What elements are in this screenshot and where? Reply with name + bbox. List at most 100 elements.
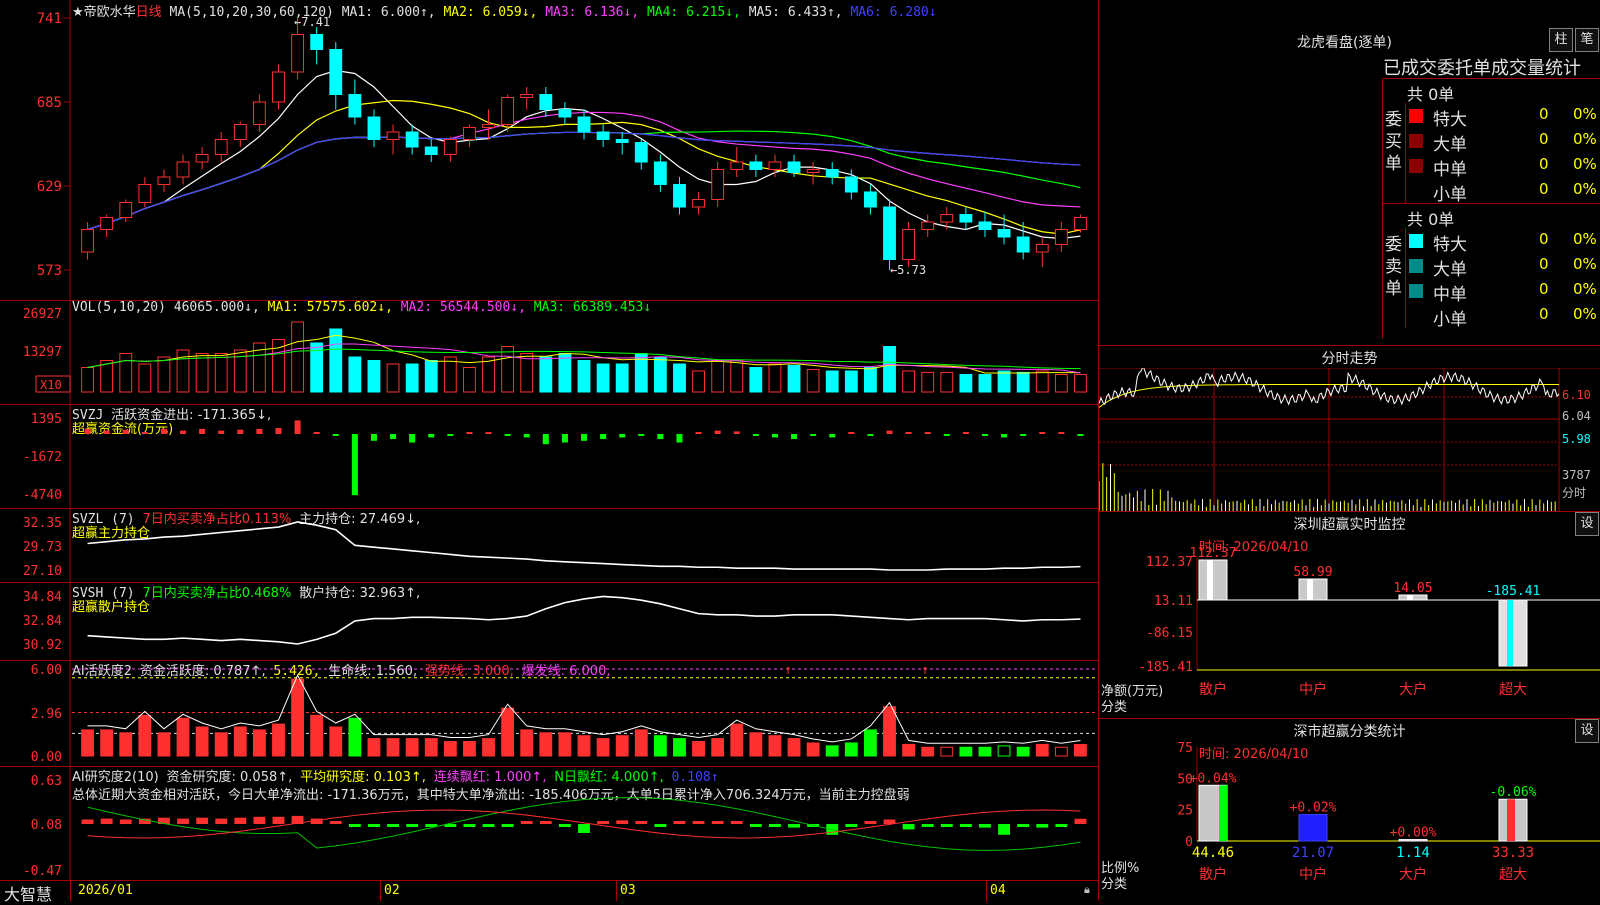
- candle-body: [367, 116, 381, 140]
- app-logo: 大智慧: [4, 885, 53, 904]
- svzj-bar: [581, 434, 587, 441]
- candle-body: [195, 154, 209, 163]
- x-label-feb: 02: [384, 883, 400, 898]
- ai2-bar: [921, 824, 934, 827]
- vol-bar: [711, 360, 725, 393]
- vol-bar: [405, 363, 419, 393]
- svzj-bar: [810, 434, 817, 436]
- volume-chart[interactable]: 26927 13297 X10: [0, 300, 1098, 404]
- svsh-chart[interactable]: 34.84 32.84 30.92: [0, 582, 1098, 660]
- buy-row-count: 0: [1539, 105, 1549, 123]
- ai1-bar: [940, 746, 954, 757]
- ai2-bar: [482, 824, 495, 827]
- ai1-bar: [596, 738, 610, 757]
- ai-research-chart[interactable]: 0.63 0.08 -0.47: [0, 766, 1098, 880]
- svzl-y-label: 29.73: [23, 540, 62, 555]
- lock-icon[interactable]: 🔒︎: [1084, 883, 1090, 897]
- vol-bar: [1016, 371, 1030, 393]
- candle-body: [482, 124, 495, 128]
- vol-bar: [1035, 370, 1049, 393]
- vol-bar: [195, 353, 209, 393]
- svzj-bar: [1020, 434, 1027, 436]
- ai1-arrow-up-1: ↑: [784, 663, 792, 678]
- ai1-bar: [921, 746, 935, 757]
- ai1-bar: [883, 706, 896, 757]
- monitor-bar-chart[interactable]: 112.37 13.11 -86.15 -185.41 112.37 散户 58.99 中户 1…: [1099, 512, 1600, 718]
- ai1-bar: [539, 732, 553, 757]
- candle-panel[interactable]: ★帝欧水华日线 MA(5,10,20,30,60,120) MA1: 6.000…: [0, 0, 1098, 301]
- ai1-bar: [768, 735, 782, 757]
- svzj-bar: [141, 432, 148, 434]
- classify-y-label: 25: [1177, 804, 1193, 819]
- vol-bar: [329, 328, 343, 393]
- svzj-bar: [180, 430, 187, 434]
- buy-row-name: 中单: [1433, 160, 1467, 180]
- sell-row-pct: 0%: [1573, 305, 1597, 323]
- candle-body: [520, 94, 534, 98]
- sell-row-count: 0: [1539, 280, 1549, 298]
- ai-research-panel[interactable]: AI研究度2(10) 资金研究度: 0.058↑, 平均研究度: 0.103↑,…: [0, 766, 1098, 880]
- ai1-bar: [520, 729, 534, 757]
- x-label-mar: 03: [620, 883, 636, 898]
- classify-panel[interactable]: 深市超赢分类统计 设 时间: 2026/04/10 75 50 25 0 +0.04% 4…: [1099, 719, 1600, 900]
- buy-total: 共 0单: [1407, 85, 1455, 104]
- x-label-jan: 2026/01: [78, 883, 133, 898]
- ai2-bar: [329, 821, 342, 824]
- vol-bar: [424, 360, 438, 393]
- monitor-y-label: -185.41: [1138, 660, 1193, 675]
- high-marker: ←7.41: [294, 15, 330, 29]
- ai1-bar: [1054, 746, 1068, 757]
- monitor-value-label: 112.37: [1190, 546, 1237, 561]
- candlestick-chart[interactable]: 741 685 629 573 ←7.41 ←5.73: [0, 0, 1098, 300]
- ai2-bar: [769, 824, 781, 827]
- bar-mode-button[interactable]: 柱: [1549, 28, 1573, 52]
- fenshi-y-high: 6.10: [1562, 388, 1591, 402]
- classify-cat-label: 大户: [1399, 866, 1427, 883]
- sell-row-name: 特大: [1433, 235, 1467, 255]
- ai2-y-label: 0.63: [31, 774, 62, 789]
- svzl-panel[interactable]: SVZL (7) 7日内买卖净占比0.113% 主力持仓: 27.469↓, 超…: [0, 508, 1098, 583]
- svzj-chart[interactable]: 1395 -1672 -4740: [0, 404, 1098, 508]
- sell-row-pct: 0%: [1573, 255, 1597, 273]
- ai-activity-panel[interactable]: AI活跃度2 资金活跃度: 0.787↑, 5.426, 生命线: 1.560,…: [0, 660, 1098, 767]
- sell-row-count: 0: [1539, 305, 1549, 323]
- ai1-bar: [558, 732, 572, 757]
- ai1-bar: [577, 735, 591, 757]
- tick-mode-button[interactable]: 笔: [1575, 28, 1599, 52]
- sell-row-name: 小单: [1433, 310, 1467, 330]
- ai1-y-label: 0.00: [31, 750, 62, 765]
- svzj-bar: [733, 431, 740, 434]
- svzj-y-label: -4740: [23, 488, 62, 503]
- ai2-bar: [463, 824, 476, 827]
- intraday-chart[interactable]: [1099, 368, 1600, 511]
- classify-cat-label: 分类: [1101, 877, 1128, 892]
- buy-row-pct: 0%: [1573, 105, 1597, 123]
- sell-swatch-2: [1409, 284, 1423, 298]
- candle-body: [959, 214, 973, 223]
- ai1-bar: [348, 717, 362, 757]
- fenshi-panel[interactable]: 分时走势 6.10 6.04 5.98 3787 分时: [1099, 346, 1600, 512]
- volume-panel[interactable]: VOL(5,10,20) 46065.000↓, MA1: 57575.602↓…: [0, 300, 1098, 405]
- monitor-panel[interactable]: 深圳超赢实时监控 设 时间: 2026/04/10 112.37 13.11 -86…: [1099, 512, 1600, 719]
- sell-row-name: 大单: [1433, 260, 1467, 280]
- svzj-bar: [542, 434, 549, 445]
- svzj-bar: [943, 434, 950, 436]
- sell-total: 共 0单: [1407, 210, 1455, 229]
- svsh-panel[interactable]: SVSH (7) 7日内买卖净占比0.468% 散户持仓: 32.963↑, 超…: [0, 582, 1098, 661]
- monitor-value-label: 14.05: [1393, 581, 1432, 596]
- ai2-bar: [730, 821, 743, 824]
- svzj-bar: [485, 432, 492, 434]
- classify-bar-chart[interactable]: 7550250+0.04%44.46散户+0.02%21.07中户+0.00%1…: [1099, 719, 1600, 900]
- ai2-bar: [368, 824, 380, 827]
- ai2-bar: [711, 821, 724, 824]
- ai1-bar: [501, 707, 515, 757]
- buy-row-count: 0: [1539, 180, 1549, 198]
- ai2-bar: [234, 817, 247, 824]
- ai-activity-chart[interactable]: 6.00 2.96 0.00 ↑ ↑: [0, 660, 1098, 766]
- svzl-chart[interactable]: 32.35 29.73 27.10: [0, 508, 1098, 582]
- svzj-y-label: 1395: [31, 412, 62, 427]
- candle-body: [749, 161, 763, 170]
- svzj-bar: [351, 434, 358, 496]
- svzj-panel[interactable]: SVZJ 活跃资金进出: -171.365↓, 超赢资金流(万元) 1395 -1…: [0, 404, 1098, 509]
- ai1-bar: [252, 729, 266, 757]
